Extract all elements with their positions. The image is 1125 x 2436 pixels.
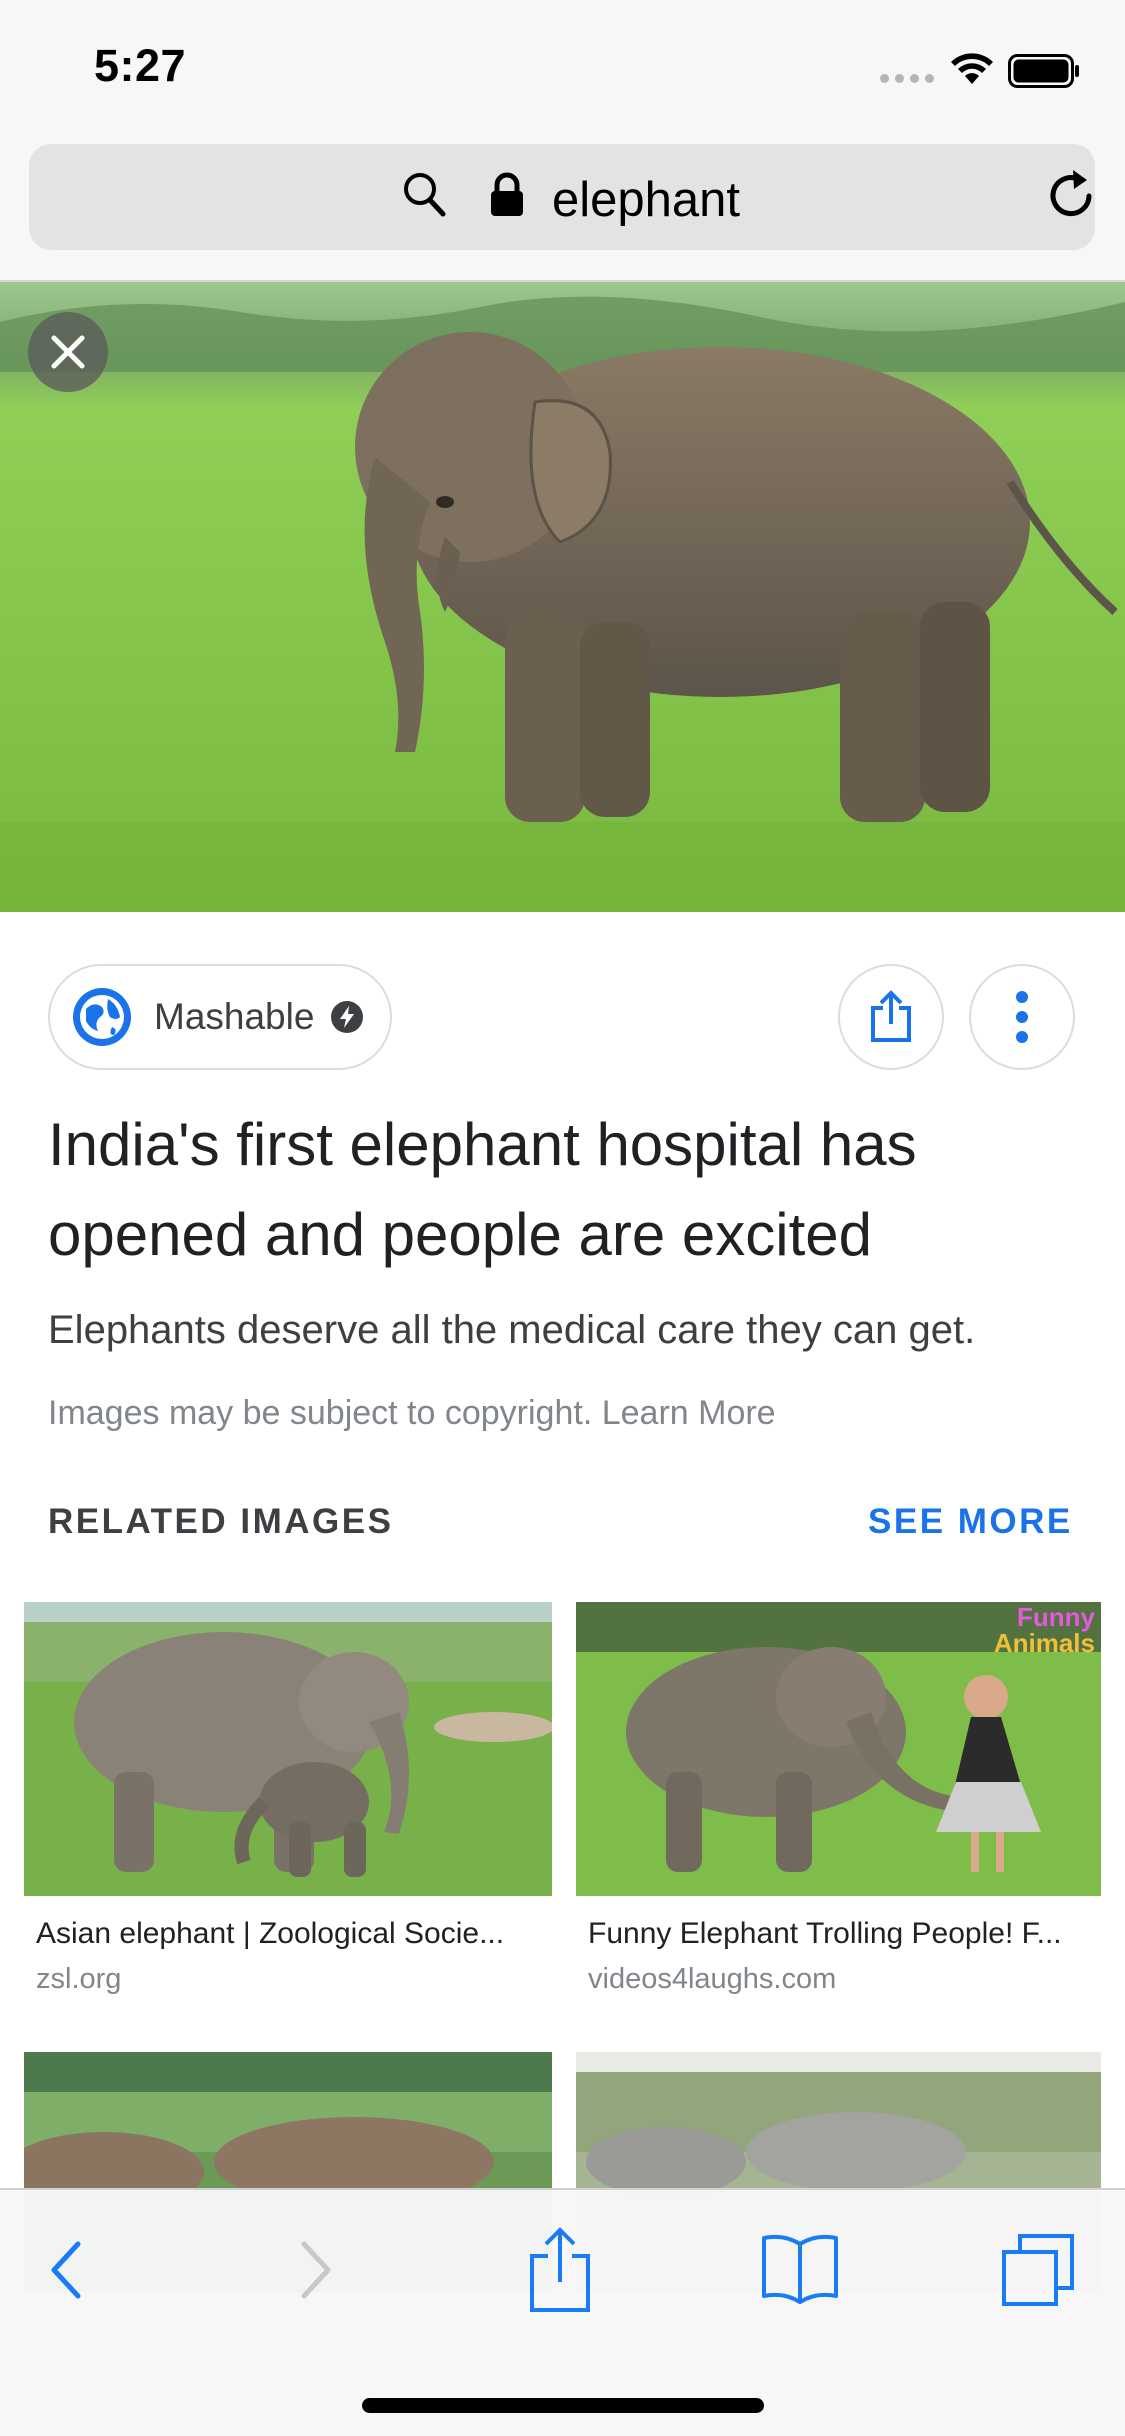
share-button[interactable] (838, 964, 944, 1070)
wifi-icon (951, 53, 993, 84)
article-description: Elephants deserve all the medical care t… (48, 1308, 976, 1352)
elephant-photo (0, 282, 1125, 912)
address-bar-text: elephant (552, 173, 741, 227)
funny-animals-badge: Funny Animals (994, 1604, 1095, 1656)
source-chip[interactable]: Mashable (48, 964, 392, 1070)
more-options-button[interactable] (969, 964, 1075, 1070)
related-image-1[interactable] (24, 1602, 552, 1896)
share-icon (871, 990, 911, 1042)
home-indicator (362, 2398, 764, 2413)
battery-icon (1008, 54, 1079, 88)
reload-icon[interactable] (1045, 166, 1101, 226)
share-icon[interactable] (528, 2226, 592, 2314)
see-more-link[interactable]: SEE MORE (868, 1502, 1073, 1542)
main-image[interactable] (0, 282, 1125, 912)
forward-arrow-icon[interactable] (294, 2234, 338, 2306)
article-title[interactable]: India's first elephant hospital has open… (48, 1100, 1078, 1280)
related-site-2: videos4laughs.com (588, 1963, 837, 1995)
status-time: 5:27 (94, 40, 187, 91)
copyright-notice[interactable]: Images may be subject to copyright. Lear… (48, 1394, 776, 1433)
close-button[interactable] (28, 312, 108, 392)
globe-icon (73, 988, 131, 1046)
amp-lightning-icon (331, 1001, 364, 1033)
badge-line-2: Animals (993, 1628, 1095, 1658)
bookmarks-icon[interactable] (760, 2232, 840, 2304)
source-name: Mashable (154, 996, 315, 1037)
address-bar-area: elephant (0, 136, 1125, 282)
cellular-signal-icon (880, 74, 934, 83)
related-caption-2[interactable]: Funny Elephant Trolling People! F... (588, 1917, 1098, 1951)
back-arrow-icon[interactable] (44, 2234, 88, 2306)
more-vertical-icon (1016, 991, 1028, 1043)
close-icon (51, 335, 85, 369)
related-caption-1[interactable]: Asian elephant | Zoological Socie... (36, 1917, 546, 1951)
status-bar: 5:27 (0, 0, 1125, 136)
address-bar[interactable]: elephant (29, 144, 1095, 250)
related-site-1: zsl.org (36, 1963, 122, 1995)
related-images-heading: RELATED IMAGES (48, 1502, 394, 1541)
badge-line-1: Funny (1017, 1602, 1095, 1632)
elephant-mother-calf-photo (24, 1602, 552, 1896)
search-icon (404, 173, 446, 217)
lock-icon (491, 172, 523, 216)
related-image-2[interactable]: Funny Animals (576, 1602, 1101, 1896)
tabs-icon[interactable] (1000, 2232, 1076, 2308)
